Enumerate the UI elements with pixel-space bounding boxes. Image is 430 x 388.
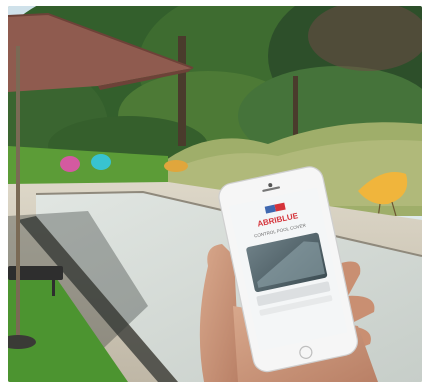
- image-frame: ABRIBLUE CONTROL POOL COVER: [0, 0, 430, 388]
- pink-chair: [60, 156, 80, 172]
- photo-scene: ABRIBLUE CONTROL POOL COVER: [8, 6, 422, 382]
- orange-chair-back: [164, 160, 188, 172]
- cyan-chair: [91, 154, 111, 170]
- scene-illustration: ABRIBLUE CONTROL POOL COVER: [8, 6, 422, 382]
- tree-trunk: [178, 36, 186, 146]
- parasol-pole: [16, 46, 20, 346]
